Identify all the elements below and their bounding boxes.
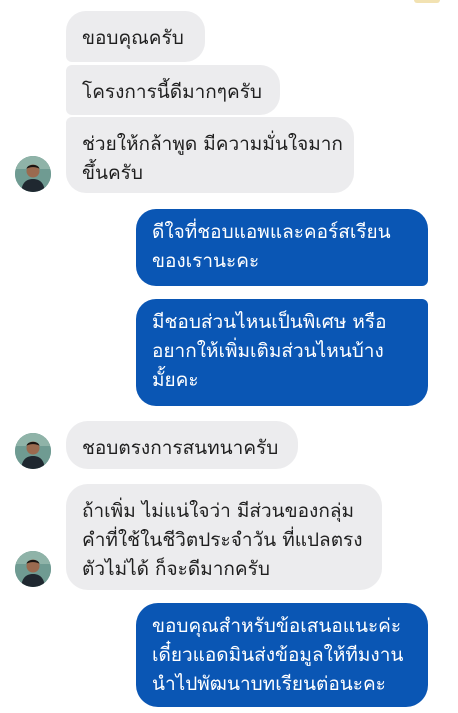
- avatar[interactable]: [15, 156, 51, 192]
- incoming-message-bubble[interactable]: ชอบตรงการสนทนาครับ: [66, 421, 298, 469]
- incoming-message-bubble[interactable]: ถ้าเพิ่ม ไม่แน่ใจว่า มีส่วนของกลุ่ม คำที…: [66, 484, 382, 590]
- user-avatar-icon: [15, 551, 51, 587]
- user-avatar-icon: [15, 156, 51, 192]
- top-accent-strip: [414, 0, 440, 3]
- incoming-message-bubble[interactable]: ขอบคุณครับ: [66, 11, 205, 62]
- incoming-message-bubble[interactable]: ช่วยให้กล้าพูด มีความมั่นใจมาก ขึ้นครับ: [66, 117, 354, 193]
- user-avatar-icon: [15, 433, 51, 469]
- outgoing-message-bubble[interactable]: มีชอบส่วนไหนเป็นพิเศษ หรือ อยากให้เพิ่มเ…: [136, 299, 428, 406]
- incoming-message-bubble[interactable]: โครงการนี้ดีมากๆครับ: [66, 65, 280, 115]
- outgoing-message-bubble[interactable]: ดีใจที่ชอบแอพและคอร์สเรียน ของเรานะคะ: [136, 209, 428, 286]
- avatar[interactable]: [15, 433, 51, 469]
- avatar[interactable]: [15, 551, 51, 587]
- outgoing-message-bubble[interactable]: ขอบคุณสำหรับข้อเสนอแนะค่ะ เดี๋ยวแอดมินส่…: [136, 603, 428, 707]
